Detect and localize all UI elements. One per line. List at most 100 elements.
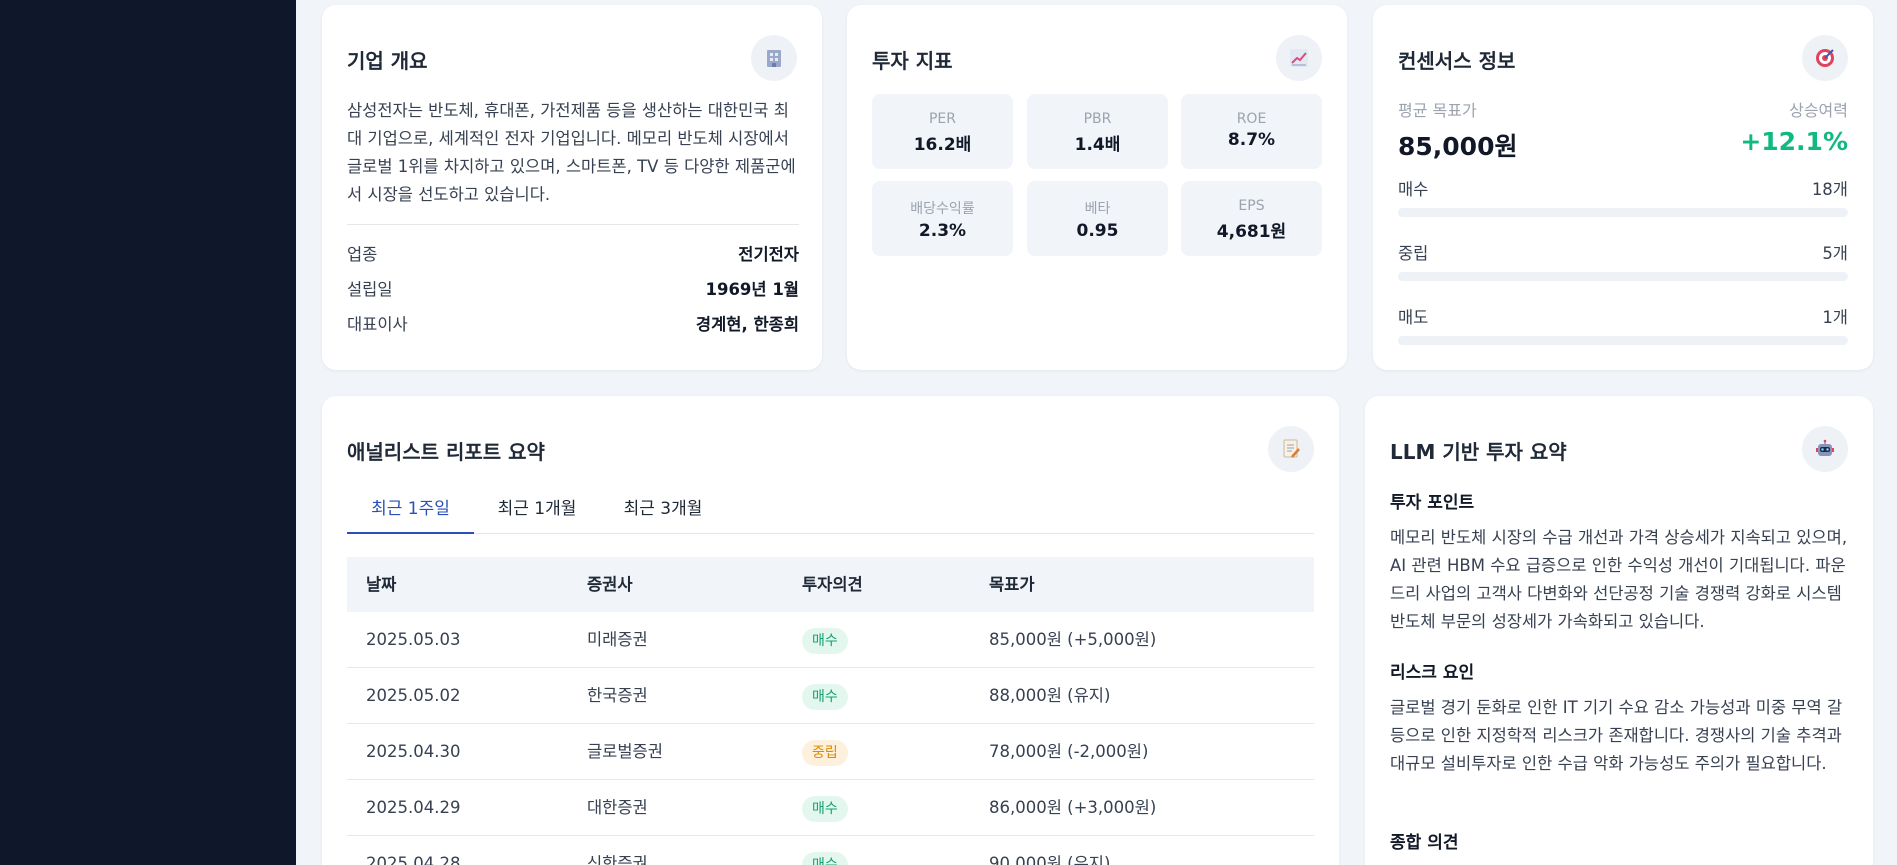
info-label: 업종	[347, 245, 378, 264]
consensus-card: 컨센서스 정보 평균 목표가 상승여력 85,000원 +12.1% 매수 18…	[1373, 5, 1873, 370]
report-date: 2025.04.29	[366, 798, 461, 817]
metric-value: 1.4배	[1074, 135, 1121, 155]
opinion-badge: 중립	[802, 739, 848, 766]
risk-factors-text: 글로벌 경기 둔화로 인한 IT 기기 수요 감소 가능성과 미중 무역 갈등으…	[1390, 698, 1843, 773]
metric-value: 2.3%	[918, 221, 967, 241]
metric-label: PBR	[1083, 111, 1112, 127]
vote-count: 18개	[1811, 180, 1848, 199]
vote-count: 5개	[1822, 244, 1848, 263]
info-value: 전기전자	[738, 245, 799, 264]
report-broker: 글로벌증권	[587, 742, 663, 761]
report-date: 2025.05.02	[366, 686, 461, 705]
robot-icon	[1802, 426, 1848, 472]
overall-opinion-heading: 종합 의견	[1390, 833, 1459, 853]
report-broker: 한국증권	[587, 686, 648, 705]
opinion-badge: 매수	[802, 795, 848, 822]
column-header-broker: 증권사	[587, 575, 633, 594]
target-icon	[1802, 35, 1848, 81]
report-target: 85,000원 (+5,000원)	[989, 630, 1157, 649]
company-overview-title: 기업 개요	[347, 49, 428, 73]
column-header-opinion: 투자의견	[802, 575, 863, 594]
report-table: 날짜 증권사 투자의견 목표가 2025.05.03 미래증권 매수 85,00…	[347, 557, 1314, 865]
tab-1-month[interactable]: 최근 1개월	[474, 484, 600, 534]
column-header-date: 날짜	[366, 575, 397, 594]
vote-label: 매도	[1398, 308, 1429, 327]
table-row[interactable]: 2025.04.28 신한증권 매수 90,000원 (유지)	[347, 836, 1314, 865]
metric-value: 16.2배	[913, 135, 972, 155]
column-header-target: 목표가	[989, 575, 1035, 594]
vote-label: 중립	[1398, 244, 1429, 263]
metric-beta: 베타 0.95	[1027, 181, 1168, 256]
metric-value: 8.7%	[1227, 130, 1276, 150]
company-overview-card: 기업 개요 삼성전자는 반도체, 휴대폰, 가전제품 등을 생산하는 대한민국 …	[322, 5, 822, 370]
opinion-badge: 매수	[802, 683, 848, 710]
table-header: 날짜 증권사 투자의견 목표가	[347, 557, 1314, 612]
info-label: 설립일	[347, 280, 393, 299]
risk-factors-heading: 리스크 요인	[1390, 663, 1475, 683]
investment-points-heading: 투자 포인트	[1390, 493, 1475, 513]
report-target: 86,000원 (+3,000원)	[989, 798, 1157, 817]
report-broker: 신한증권	[587, 854, 648, 865]
metric-value: 4,681원	[1216, 222, 1287, 242]
llm-summary-title: LLM 기반 투자 요약	[1390, 440, 1567, 464]
report-date: 2025.04.30	[366, 742, 461, 761]
vote-count: 1개	[1822, 308, 1848, 327]
metric-dividend-yield: 배당수익률 2.3%	[872, 181, 1013, 256]
metric-value: 0.95	[1076, 221, 1119, 241]
report-broker: 대한증권	[587, 798, 648, 817]
vote-row-sell: 매도 1개	[1398, 304, 1848, 328]
analyst-report-card: 애널리스트 리포트 요약 최근 1주일 최근 1개월 최근 3개월 날짜 증권사…	[322, 396, 1339, 865]
table-row[interactable]: 2025.05.02 한국증권 매수 88,000원 (유지)	[347, 668, 1314, 724]
info-value: 1969년 1월	[705, 280, 799, 299]
investment-metrics-title: 투자 지표	[872, 49, 953, 73]
info-value: 경계현, 한종희	[695, 315, 799, 334]
report-date: 2025.05.03	[366, 630, 461, 649]
chart-icon	[1276, 35, 1322, 81]
metric-label: PER	[928, 111, 956, 127]
report-period-tabs: 최근 1주일 최근 1개월 최근 3개월	[347, 484, 1314, 534]
info-row-ceo: 대표이사 경계현, 한종희	[347, 311, 799, 335]
opinion-badge: 매수	[802, 851, 848, 865]
metric-pbr: PBR 1.4배	[1027, 94, 1168, 169]
report-date: 2025.04.28	[366, 854, 461, 865]
target-price-value: 85,000원	[1398, 132, 1518, 161]
vote-bar-sell	[1398, 336, 1848, 345]
metric-label: 배당수익률	[910, 201, 975, 217]
llm-summary-card: LLM 기반 투자 요약 투자 포인트 메모리 반도체 시장의 수급 개선과 가…	[1365, 396, 1873, 865]
investment-points-text: 메모리 반도체 시장의 수급 개선과 가격 상승세가 지속되고 있으며, AI …	[1390, 528, 1848, 631]
target-price-label: 평균 목표가	[1398, 101, 1477, 120]
metric-roe: ROE 8.7%	[1181, 94, 1322, 169]
info-label: 대표이사	[347, 315, 408, 334]
report-target: 90,000원 (유지)	[989, 854, 1111, 865]
metric-label: 베타	[1084, 201, 1111, 217]
vote-row-hold: 중립 5개	[1398, 240, 1848, 264]
sidebar	[0, 0, 296, 865]
metric-label: EPS	[1238, 198, 1265, 214]
memo-icon	[1268, 426, 1314, 472]
vote-row-buy: 매수 18개	[1398, 176, 1848, 200]
upside-value: +12.1%	[1740, 127, 1848, 156]
investment-metrics-card: 투자 지표 PER 16.2배 PBR 1.4배 ROE 8.7% 배당수익률 …	[847, 5, 1347, 370]
consensus-title: 컨센서스 정보	[1398, 49, 1516, 73]
building-icon	[751, 35, 797, 81]
metric-label: ROE	[1236, 111, 1267, 127]
report-target: 78,000원 (-2,000원)	[989, 742, 1149, 761]
company-description: 삼성전자는 반도체, 휴대폰, 가전제품 등을 생산하는 대한민국 최대 기업으…	[347, 101, 796, 204]
opinion-badge: 매수	[802, 627, 848, 654]
metric-per: PER 16.2배	[872, 94, 1013, 169]
analyst-report-title: 애널리스트 리포트 요약	[347, 440, 545, 464]
vote-bar-buy	[1398, 208, 1848, 217]
report-broker: 미래증권	[587, 630, 648, 649]
divider	[347, 224, 799, 225]
table-row[interactable]: 2025.05.03 미래증권 매수 85,000원 (+5,000원)	[347, 612, 1314, 668]
table-row[interactable]: 2025.04.30 글로벌증권 중립 78,000원 (-2,000원)	[347, 724, 1314, 780]
tab-3-months[interactable]: 최근 3개월	[600, 484, 726, 534]
table-row[interactable]: 2025.04.29 대한증권 매수 86,000원 (+3,000원)	[347, 780, 1314, 836]
info-row-founded: 설립일 1969년 1월	[347, 276, 799, 300]
info-row-industry: 업종 전기전자	[347, 241, 799, 265]
upside-label: 상승여력	[1789, 101, 1848, 120]
tab-1-week[interactable]: 최근 1주일	[347, 484, 474, 534]
metric-eps: EPS 4,681원	[1181, 181, 1322, 256]
report-target: 88,000원 (유지)	[989, 686, 1111, 705]
vote-label: 매수	[1398, 180, 1429, 199]
